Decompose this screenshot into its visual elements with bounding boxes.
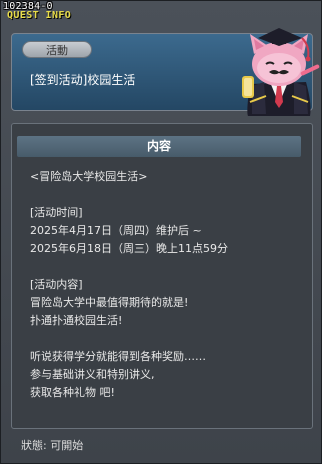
description-line: 参与基础讲义和特别讲义, (30, 368, 155, 381)
description-gap (30, 258, 300, 276)
quest-info-window: 102384-0 QUEST INFO 活動 [签到活动]校园生活 内容 <冒险… (0, 0, 322, 464)
event-title: [签到活动]校园生活 (30, 73, 136, 87)
description-line: <冒险岛大学校园生活> (30, 170, 148, 183)
event-tag-badge: 活動 (22, 41, 92, 58)
description-line: 2025年4月17日（周四）维护后 ~ (30, 224, 202, 237)
quest-content-panel: 内容 <冒险岛大学校园生活> [活动时间] 2025年4月17日（周四）维护后 … (11, 123, 313, 429)
quest-header-panel: 活動 [签到活动]校园生活 (11, 28, 320, 116)
quest-description: <冒险岛大学校园生活> [活动时间] 2025年4月17日（周四）维护后 ~ 2… (30, 168, 300, 402)
description-gap (30, 186, 300, 204)
description-gap (30, 330, 300, 348)
description-line: [活动内容] (30, 278, 83, 291)
description-line: 扑通扑通校园生活! (30, 314, 123, 327)
description-line: 冒险岛大学中最值得期待的就是! (30, 296, 189, 309)
pink-cat-professor-icon (242, 28, 320, 116)
quest-status: 狀態: 可開始 (21, 439, 84, 452)
description-line: [活动时间] (30, 206, 83, 219)
content-section-header: 内容 (17, 136, 301, 157)
description-line: 获取各种礼物 吧! (30, 386, 115, 399)
description-line: 听说获得学分就能得到各种奖励…… (30, 350, 206, 363)
window-title: QUEST INFO (7, 10, 72, 21)
description-line: 2025年6月18日（周三）晚上11点59分 (30, 242, 228, 255)
